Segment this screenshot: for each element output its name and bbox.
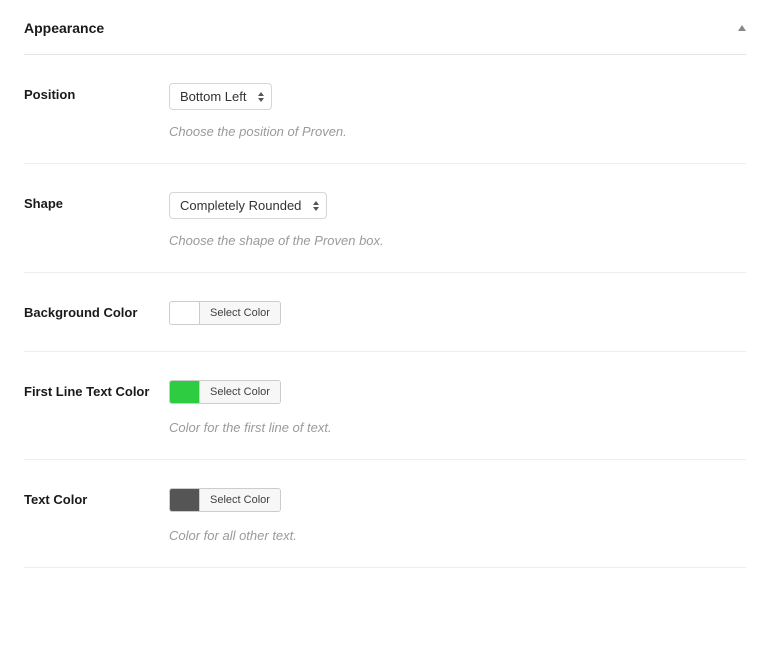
select-color-button-background[interactable]: Select Color <box>200 302 280 324</box>
color-swatch-text[interactable] <box>170 489 200 511</box>
collapse-icon[interactable] <box>738 25 746 31</box>
select-position[interactable]: Bottom Left <box>169 83 272 110</box>
row-background-color: Background Color Select Color <box>24 273 746 352</box>
control-background-color: Select Color <box>169 301 746 327</box>
select-color-button-text[interactable]: Select Color <box>200 489 280 511</box>
color-swatch-background[interactable] <box>170 302 200 324</box>
color-picker-background[interactable]: Select Color <box>169 301 281 325</box>
help-position: Choose the position of Proven. <box>169 124 746 139</box>
control-text-color: Select Color Color for all other text. <box>169 488 746 543</box>
select-shape[interactable]: Completely Rounded <box>169 192 327 219</box>
label-shape: Shape <box>24 192 169 213</box>
control-first-line-text-color: Select Color Color for the first line of… <box>169 380 746 435</box>
select-color-button-first-line[interactable]: Select Color <box>200 381 280 403</box>
panel-header: Appearance <box>24 20 746 55</box>
select-wrapper-shape: Completely Rounded <box>169 192 327 219</box>
label-first-line-text-color: First Line Text Color <box>24 380 169 401</box>
color-picker-text[interactable]: Select Color <box>169 488 281 512</box>
row-shape: Shape Completely Rounded Choose the shap… <box>24 164 746 273</box>
label-position: Position <box>24 83 169 104</box>
color-picker-first-line[interactable]: Select Color <box>169 380 281 404</box>
panel-title: Appearance <box>24 20 104 36</box>
help-shape: Choose the shape of the Proven box. <box>169 233 746 248</box>
row-text-color: Text Color Select Color Color for all ot… <box>24 460 746 568</box>
row-first-line-text-color: First Line Text Color Select Color Color… <box>24 352 746 460</box>
color-swatch-first-line[interactable] <box>170 381 200 403</box>
select-wrapper-position: Bottom Left <box>169 83 272 110</box>
help-first-line-text-color: Color for the first line of text. <box>169 420 746 435</box>
help-text-color: Color for all other text. <box>169 528 746 543</box>
label-text-color: Text Color <box>24 488 169 509</box>
row-position: Position Bottom Left Choose the position… <box>24 55 746 164</box>
control-shape: Completely Rounded Choose the shape of t… <box>169 192 746 248</box>
label-background-color: Background Color <box>24 301 169 322</box>
control-position: Bottom Left Choose the position of Prove… <box>169 83 746 139</box>
